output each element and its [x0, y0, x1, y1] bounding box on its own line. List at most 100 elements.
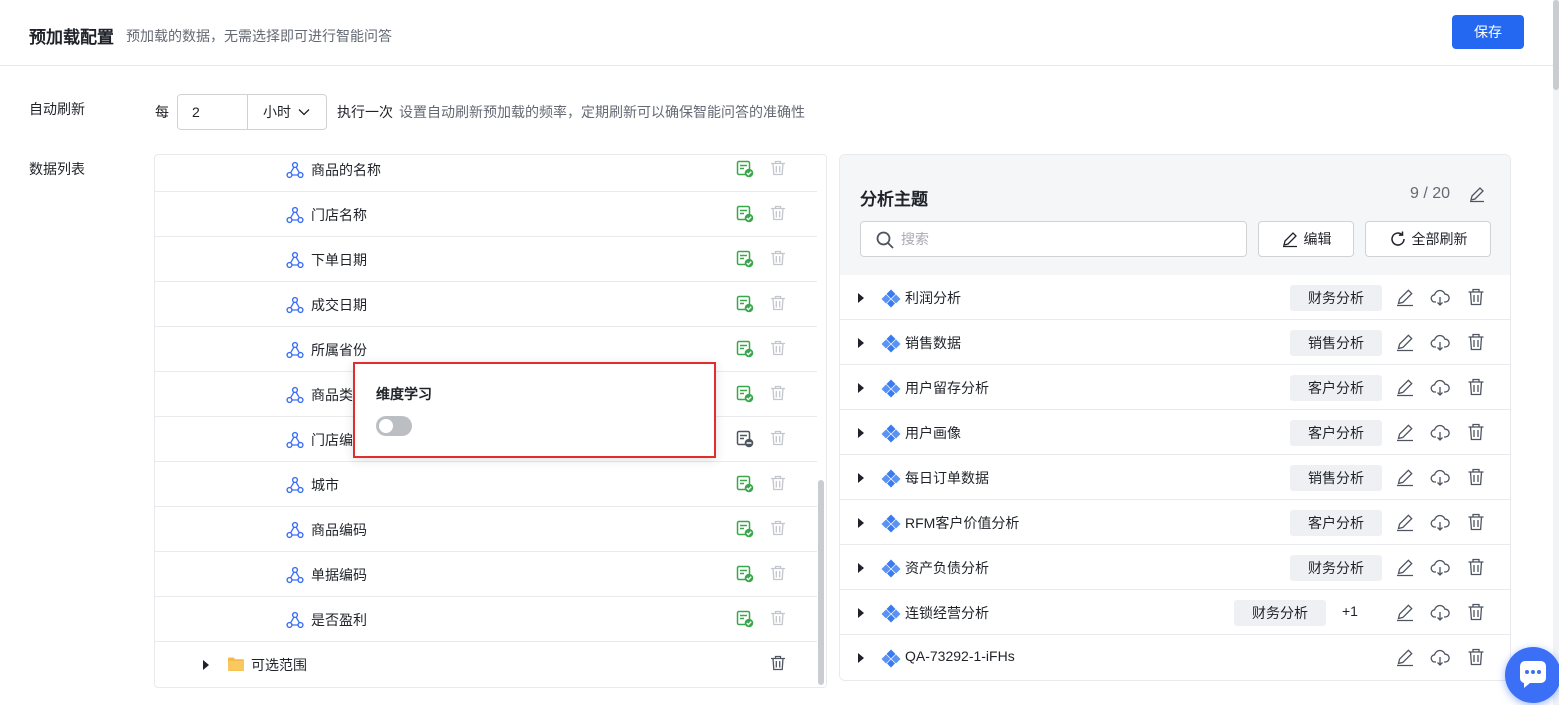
list-item[interactable]: 成交日期 — [155, 282, 817, 327]
edit-icon[interactable] — [1395, 287, 1415, 307]
caret-right-icon[interactable] — [203, 660, 209, 670]
caret-right-icon[interactable] — [858, 653, 864, 663]
caret-right-icon[interactable] — [858, 473, 864, 483]
edit-icon[interactable] — [1395, 422, 1415, 442]
cloud-refresh-icon[interactable] — [1430, 287, 1450, 307]
topic-search — [860, 221, 1247, 257]
cloud-refresh-icon[interactable] — [1430, 647, 1450, 667]
trash-icon[interactable] — [769, 294, 787, 312]
edit-icon[interactable] — [1395, 512, 1415, 532]
trash-icon[interactable] — [769, 204, 787, 222]
trash-icon[interactable] — [1466, 647, 1486, 667]
topic-search-input[interactable] — [901, 227, 1231, 251]
learned-check-icon[interactable] — [736, 475, 754, 493]
topic-row[interactable]: 用户画像 客户分析 — [840, 410, 1510, 455]
trash-icon[interactable] — [769, 474, 787, 492]
edit-icon[interactable] — [1395, 467, 1415, 487]
learned-check-icon[interactable] — [736, 205, 754, 223]
topic-row[interactable]: 用户留存分析 客户分析 — [840, 365, 1510, 410]
learned-check-icon[interactable] — [736, 340, 754, 358]
trash-icon[interactable] — [1466, 377, 1486, 397]
trash-icon[interactable] — [769, 519, 787, 537]
topic-tag: 客户分析 — [1290, 510, 1382, 536]
trash-icon[interactable] — [769, 564, 787, 582]
cloud-refresh-icon[interactable] — [1430, 422, 1450, 442]
topic-row[interactable]: QA-73292-1-iFHs — [840, 635, 1510, 680]
cloud-refresh-icon[interactable] — [1430, 557, 1450, 577]
data-list-label: 数据列表 — [29, 161, 85, 177]
topic-row[interactable]: 资产负债分析 财务分析 — [840, 545, 1510, 590]
learned-check-icon[interactable] — [736, 295, 754, 313]
edit-icon[interactable] — [1395, 647, 1415, 667]
trash-icon[interactable] — [1466, 467, 1486, 487]
trash-icon[interactable] — [1466, 422, 1486, 442]
edit-icon[interactable] — [1468, 185, 1486, 203]
cloud-refresh-icon[interactable] — [1430, 602, 1450, 622]
caret-right-icon[interactable] — [858, 563, 864, 573]
caret-right-icon[interactable] — [858, 518, 864, 528]
learned-check-icon[interactable] — [736, 385, 754, 403]
dimension-learning-toggle[interactable] — [376, 416, 412, 436]
cloud-refresh-icon[interactable] — [1430, 332, 1450, 352]
learned-check-icon[interactable] — [736, 565, 754, 583]
learned-check-icon[interactable] — [736, 250, 754, 268]
caret-right-icon[interactable] — [858, 428, 864, 438]
trash-icon[interactable] — [1466, 557, 1486, 577]
list-item[interactable]: 商品编码 — [155, 507, 817, 552]
save-button[interactable]: 保存 — [1452, 15, 1524, 49]
list-item-label: 单据编码 — [311, 567, 367, 583]
trash-icon[interactable] — [769, 429, 787, 447]
caret-right-icon[interactable] — [858, 293, 864, 303]
page-scrollbar[interactable] — [1553, 0, 1559, 705]
ai-assistant-button[interactable] — [1505, 647, 1559, 703]
caret-right-icon[interactable] — [858, 338, 864, 348]
cloud-refresh-icon[interactable] — [1430, 512, 1450, 532]
list-item[interactable]: 门店名称 — [155, 192, 817, 237]
trash-icon[interactable] — [1466, 287, 1486, 307]
trash-icon[interactable] — [769, 384, 787, 402]
execute-once-text: 执行一次 — [337, 104, 393, 120]
edit-icon[interactable] — [1395, 557, 1415, 577]
list-scrollbar-thumb[interactable] — [818, 480, 824, 685]
list-item[interactable]: 商品的名称 — [155, 155, 817, 192]
unit-select[interactable]: 小时 — [247, 95, 326, 129]
dimension-learning-popover: 维度学习 — [353, 362, 716, 458]
caret-right-icon[interactable] — [858, 608, 864, 618]
cloud-refresh-icon[interactable] — [1430, 377, 1450, 397]
topic-row[interactable]: 利润分析 财务分析 — [840, 275, 1510, 320]
list-item[interactable]: 是否盈利 — [155, 597, 817, 642]
trash-icon[interactable] — [1466, 602, 1486, 622]
trash-icon[interactable] — [769, 654, 787, 672]
refresh-all-button[interactable]: 全部刷新 — [1365, 221, 1491, 257]
edit-icon[interactable] — [1395, 602, 1415, 622]
interval-input[interactable] — [178, 95, 247, 129]
more-tags-count[interactable]: +1 — [1342, 603, 1358, 619]
trash-icon[interactable] — [1466, 332, 1486, 352]
list-item[interactable]: 城市 — [155, 462, 817, 507]
not-learned-icon[interactable] — [736, 430, 754, 448]
edit-icon[interactable] — [1395, 332, 1415, 352]
topic-icon — [881, 424, 901, 443]
caret-right-icon[interactable] — [858, 383, 864, 393]
list-item[interactable]: 单据编码 — [155, 552, 817, 597]
trash-icon[interactable] — [769, 339, 787, 357]
dimension-icon — [286, 431, 304, 449]
trash-icon[interactable] — [769, 609, 787, 627]
trash-icon[interactable] — [769, 249, 787, 267]
topic-row[interactable]: RFM客户价值分析 客户分析 — [840, 500, 1510, 545]
learned-check-icon[interactable] — [736, 160, 754, 178]
cloud-refresh-icon[interactable] — [1430, 467, 1450, 487]
trash-icon[interactable] — [1466, 512, 1486, 532]
trash-icon[interactable] — [769, 159, 787, 177]
page-scrollbar-thumb[interactable] — [1553, 0, 1559, 90]
folder-row[interactable]: 可选范围 — [155, 642, 817, 687]
learned-check-icon[interactable] — [736, 610, 754, 628]
edit-icon[interactable] — [1395, 377, 1415, 397]
learned-check-icon[interactable] — [736, 520, 754, 538]
topic-row[interactable]: 连锁经营分析 财务分析 +1 — [840, 590, 1510, 635]
edit-topics-button[interactable]: 编辑 — [1258, 221, 1354, 257]
topic-row[interactable]: 销售数据 销售分析 — [840, 320, 1510, 365]
topic-row[interactable]: 每日订单数据 销售分析 — [840, 455, 1510, 500]
list-item[interactable]: 下单日期 — [155, 237, 817, 282]
dimension-icon — [286, 206, 304, 224]
